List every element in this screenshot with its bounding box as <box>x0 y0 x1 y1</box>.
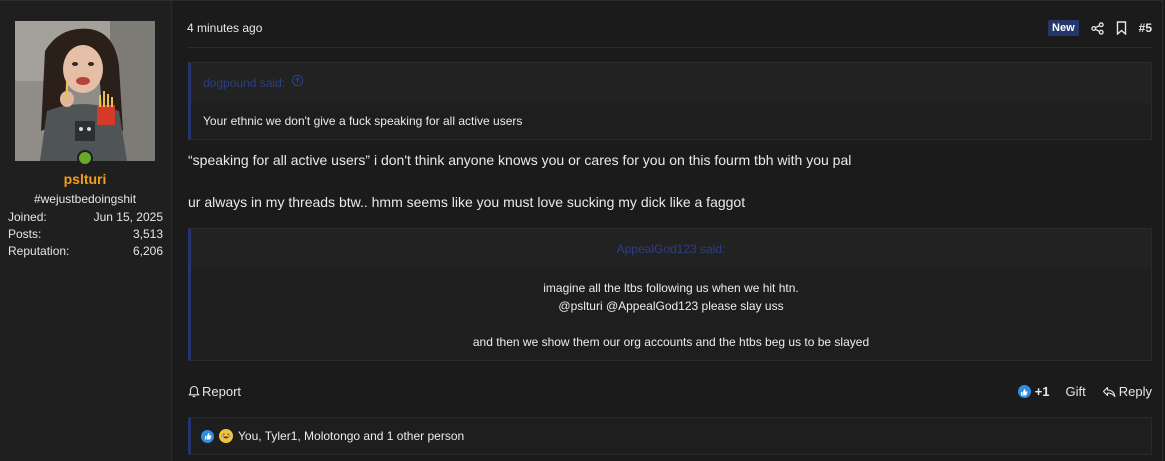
new-badge: New <box>1048 20 1079 36</box>
post-container: pslturi #wejustbedoingshit Joined: Jun 1… <box>0 0 1163 461</box>
stat-reputation: Reputation: 6,206 <box>8 243 163 260</box>
reply-icon <box>1102 386 1116 397</box>
stat-value: 6,206 <box>132 244 163 258</box>
arrow-up-circle-icon[interactable] <box>291 63 304 103</box>
reply-button[interactable]: Reply <box>1102 384 1152 399</box>
like-icon <box>1017 385 1031 398</box>
message-text: “speaking for all active users” i don't … <box>188 152 852 168</box>
bell-icon <box>188 385 200 398</box>
stat-label: Reputation: <box>8 244 70 258</box>
stat-value: Jun 15, 2025 <box>93 210 163 224</box>
stat-posts: Posts: 3,513 <box>8 226 163 243</box>
quote-block: AppealGod123 said: imagine all the ltbs … <box>188 228 1152 361</box>
quote-line: imagine all the ltbs following us when w… <box>543 281 799 295</box>
post-main: 4 minutes ago New #5 dogpound said: Your… <box>172 1 1162 461</box>
avatar[interactable] <box>15 21 155 161</box>
stat-label: Joined: <box>8 210 47 224</box>
report-button[interactable]: Report <box>188 384 241 399</box>
quote-block: dogpound said: Your ethnic we don't give… <box>188 62 1152 140</box>
gift-button[interactable]: Gift <box>1066 384 1086 399</box>
quote-attribution[interactable]: AppealGod123 said: <box>191 229 1151 269</box>
reactions-text[interactable]: You, Tyler1, Molotongo and 1 other perso… <box>238 429 464 443</box>
post-timestamp[interactable]: 4 minutes ago <box>187 21 262 35</box>
like-icon <box>201 429 214 443</box>
quote-attribution[interactable]: dogpound said: <box>191 63 1151 103</box>
quote-body: imagine all the ltbs following us when w… <box>191 269 1151 360</box>
user-panel: pslturi #wejustbedoingshit Joined: Jun 1… <box>0 1 172 461</box>
quote-author[interactable]: AppealGod123 said: <box>617 229 726 269</box>
plus-one-button[interactable]: +1 <box>1017 384 1050 399</box>
post-footer-actions: +1 Gift Reply <box>1017 384 1152 399</box>
laugh-icon <box>219 429 233 443</box>
stat-label: Posts: <box>8 227 42 241</box>
report-label: Report <box>202 384 242 399</box>
post-header-actions: New #5 <box>1048 20 1152 36</box>
post-number-link[interactable]: #5 <box>1139 21 1152 35</box>
online-status-icon <box>77 150 93 166</box>
message-text: ur always in my threads btw.. hmm seems … <box>188 194 746 210</box>
post-footer: Report +1 Gift Reply <box>188 382 1152 402</box>
reply-label: Reply <box>1118 384 1152 399</box>
share-icon[interactable] <box>1090 21 1104 35</box>
quote-line: and then we show them our org accounts a… <box>472 335 870 349</box>
user-title: #wejustbedoingshit <box>33 192 137 206</box>
reactions-bar[interactable]: You, Tyler1, Molotongo and 1 other perso… <box>188 417 1152 455</box>
plus-one-label: +1 <box>1034 384 1050 399</box>
bookmark-icon[interactable] <box>1116 21 1127 35</box>
post-header: 4 minutes ago New #5 <box>187 11 1152 48</box>
quote-line: @pslturi @AppealGod123 please slay uss <box>558 299 784 313</box>
quote-author[interactable]: dogpound said: <box>203 63 285 103</box>
stat-joined: Joined: Jun 15, 2025 <box>8 209 163 226</box>
stat-value: 3,513 <box>132 227 163 241</box>
user-stats: Joined: Jun 15, 2025 Posts: 3,513 Reputa… <box>8 209 163 260</box>
username[interactable]: pslturi <box>0 171 170 187</box>
quote-body: Your ethnic we don't give a fuck speakin… <box>191 103 1151 139</box>
